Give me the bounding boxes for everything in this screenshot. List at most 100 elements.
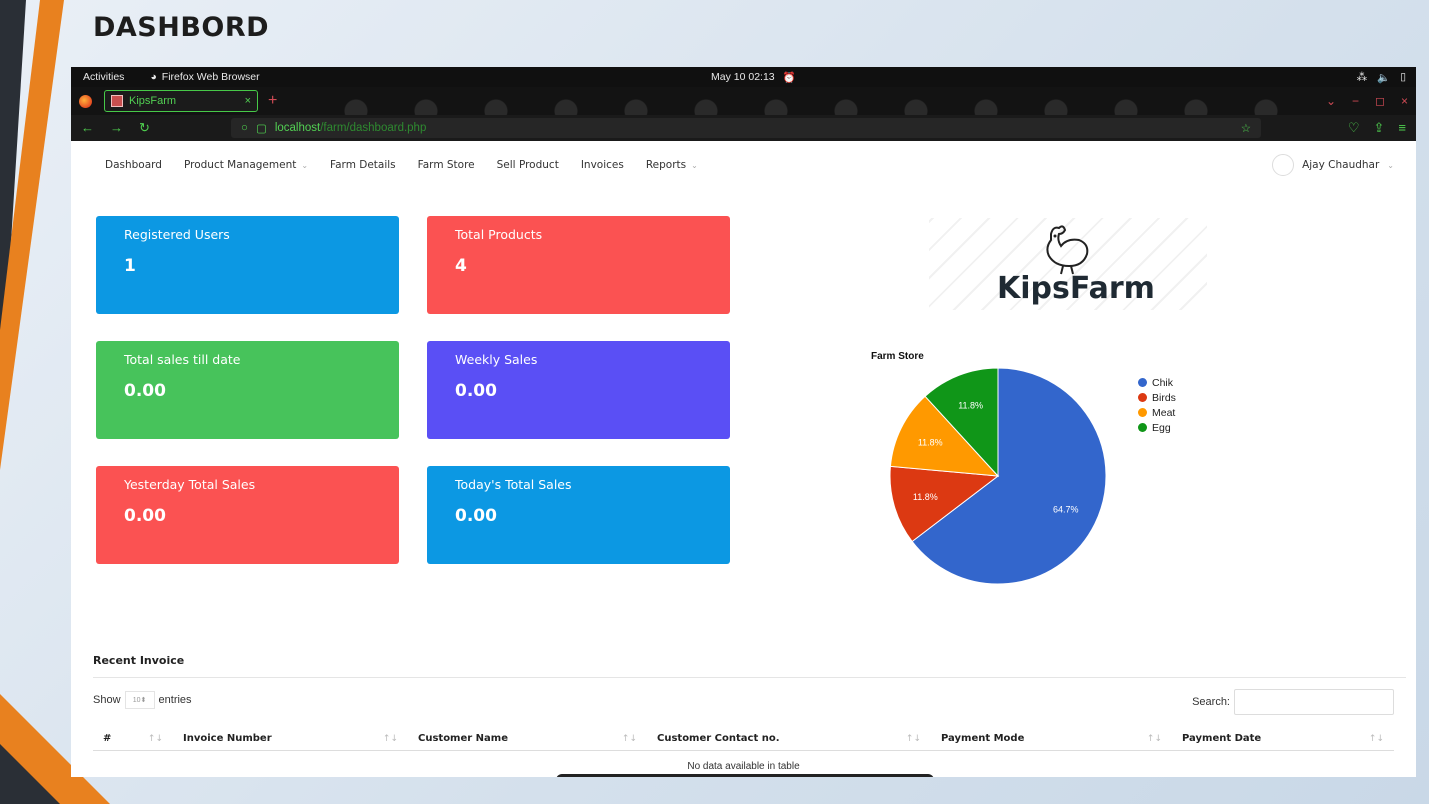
nav-label: Farm Details — [330, 159, 396, 171]
card-value: 1 — [124, 256, 136, 276]
card-label: Total sales till date — [124, 352, 241, 367]
column-label: # — [103, 733, 112, 744]
legend-label: Egg — [1152, 421, 1171, 434]
card-total-products: Total Products 4 — [427, 216, 730, 314]
column-header[interactable]: Invoice Number ↑↓ — [173, 727, 408, 750]
battery-icon: ▯ — [1400, 70, 1406, 83]
column-header[interactable]: Customer Name ↑↓ — [408, 727, 647, 750]
table-empty-message: No data available in table — [687, 761, 800, 772]
card-label: Total Products — [455, 227, 543, 242]
sort-icon: ↑↓ — [621, 733, 637, 744]
nav-label: Farm Store — [417, 159, 475, 171]
pocket-icon[interactable]: ♡ — [1348, 120, 1360, 136]
minimize-icon[interactable]: − — [1352, 94, 1359, 108]
nav-farm-store[interactable]: Farm Store — [418, 159, 475, 171]
legend-item[interactable]: Egg — [1138, 420, 1176, 435]
clock[interactable]: May 10 02:13 ⏰ — [711, 71, 796, 84]
tab-title: KipsFarm — [129, 95, 177, 107]
system-tray[interactable]: ⁂ 🔈 ▯ — [1357, 71, 1406, 84]
kipsfarm-logo: KipsFarm — [929, 218, 1207, 310]
pie-slice-label: 64.7% — [1053, 505, 1079, 515]
pie-slice-label: 11.8% — [913, 492, 938, 502]
pie-chart: 64.7% 11.8% 11.8% 11.8% — [889, 367, 1107, 585]
system-top-bar: Activities ◕ Firefox Web Browser May 10 … — [71, 67, 1416, 87]
close-tab-icon[interactable]: × — [245, 95, 251, 107]
card-value: 0.00 — [124, 506, 166, 526]
column-header[interactable]: Customer Contact no. ↑↓ — [647, 727, 931, 750]
volume-icon: 🔈 — [1377, 71, 1391, 84]
section-title: Recent Invoice — [93, 654, 185, 667]
search-input[interactable] — [1234, 689, 1394, 715]
share-icon[interactable]: ⇪ — [1374, 120, 1385, 136]
card-today-sales: Today's Total Sales 0.00 — [427, 466, 730, 564]
back-icon[interactable]: ← — [81, 120, 94, 136]
table-header: # ↑↓ Invoice Number ↑↓ Customer Name ↑↓ Cus… — [93, 727, 1394, 751]
avatar — [1272, 154, 1295, 176]
pie-slice-label: 11.8% — [918, 437, 943, 447]
user-name: Ajay Chaudhar — [1302, 159, 1380, 171]
nav-label: Reports — [645, 159, 687, 171]
app-navbar: Dashboard Product Management ⌄ Farm Detai… — [71, 141, 1416, 189]
card-total-sales: Total sales till date 0.00 — [96, 341, 399, 439]
card-value: 0.00 — [124, 381, 166, 401]
firefox-icon: ◕ — [150, 71, 157, 83]
shield-icon: ○ — [241, 122, 248, 134]
card-label: Today's Total Sales — [455, 477, 572, 492]
chicken-icon — [1046, 225, 1089, 275]
card-label: Registered Users — [124, 227, 230, 242]
overlay-bar — [556, 774, 934, 777]
legend-swatch — [1138, 378, 1147, 387]
divider — [93, 677, 1406, 678]
legend-label: Chik — [1152, 376, 1174, 389]
sort-icon: ↑↓ — [147, 733, 163, 744]
tab-list-icon[interactable]: ⌄ — [1326, 94, 1336, 108]
show-label: Show — [93, 694, 121, 706]
app-name: Firefox Web Browser — [161, 71, 260, 83]
nav-reports[interactable]: Reports ⌄ — [646, 159, 698, 171]
legend-item[interactable]: Meat — [1138, 405, 1176, 420]
reload-icon[interactable]: ↻ — [139, 120, 150, 136]
firefox-menu-icon[interactable] — [79, 94, 92, 108]
entries-select[interactable]: 10 ⬍ — [124, 691, 155, 709]
forward-icon[interactable]: → — [110, 120, 123, 136]
column-header[interactable]: Payment Date ↑↓ — [1172, 727, 1394, 750]
activities-button[interactable]: Activities — [83, 71, 124, 83]
legend-label: Meat — [1152, 406, 1176, 419]
legend-swatch — [1138, 423, 1147, 432]
legend-item[interactable]: Chik — [1138, 375, 1176, 390]
nav-invoices[interactable]: Invoices — [581, 159, 624, 171]
close-window-icon[interactable]: × — [1401, 94, 1408, 108]
nav-label: Sell Product — [496, 159, 559, 171]
chevron-down-icon: ⌄ — [691, 160, 698, 170]
card-value: 4 — [455, 256, 467, 276]
browser-screenshot: Activities ◕ Firefox Web Browser May 10 … — [71, 67, 1416, 777]
sort-icon: ↑↓ — [1368, 733, 1384, 744]
user-menu[interactable]: Ajay Chaudhar ⌄ — [1272, 154, 1394, 176]
column-header[interactable]: # ↑↓ — [93, 727, 173, 750]
legend-label: Birds — [1152, 391, 1176, 404]
alarm-icon: ⏰ — [782, 71, 796, 84]
bookmark-star-icon[interactable]: ☆ — [1241, 121, 1251, 135]
new-tab-button[interactable]: + — [268, 92, 277, 110]
stat-cards: Registered Users 1 Total Products 4 Tota… — [96, 216, 736, 566]
url-host: localhost — [274, 122, 321, 134]
page-icon: ▢ — [255, 123, 267, 135]
tab-kipsfarm[interactable]: KipsFarm × — [104, 90, 258, 112]
nav-farm-details[interactable]: Farm Details — [330, 159, 396, 171]
sort-icon: ↑↓ — [1146, 733, 1162, 744]
menu-icon[interactable]: ≡ — [1398, 120, 1406, 136]
app-menu[interactable]: ◕ Firefox Web Browser — [150, 71, 259, 83]
address-bar[interactable]: ○ ▢ localhost/farm/dashboard.php ☆ — [231, 118, 1261, 138]
legend-item[interactable]: Birds — [1138, 390, 1176, 405]
column-label: Payment Date — [1182, 733, 1262, 744]
nav-dashboard[interactable]: Dashboard — [105, 159, 162, 171]
maximize-icon[interactable]: ◻ — [1375, 94, 1385, 108]
column-label: Invoice Number — [183, 733, 272, 744]
column-header[interactable]: Payment Mode ↑↓ — [931, 727, 1172, 750]
nav-product-management[interactable]: Product Management ⌄ — [184, 159, 308, 171]
nav-sell-product[interactable]: Sell Product — [497, 159, 559, 171]
column-label: Customer Name — [418, 733, 508, 744]
card-registered-users: Registered Users 1 — [96, 216, 399, 314]
nav-label: Product Management — [183, 159, 297, 171]
browser-toolbar: ← → ↻ ○ ▢ localhost/farm/dashboard.php ☆… — [71, 115, 1416, 141]
